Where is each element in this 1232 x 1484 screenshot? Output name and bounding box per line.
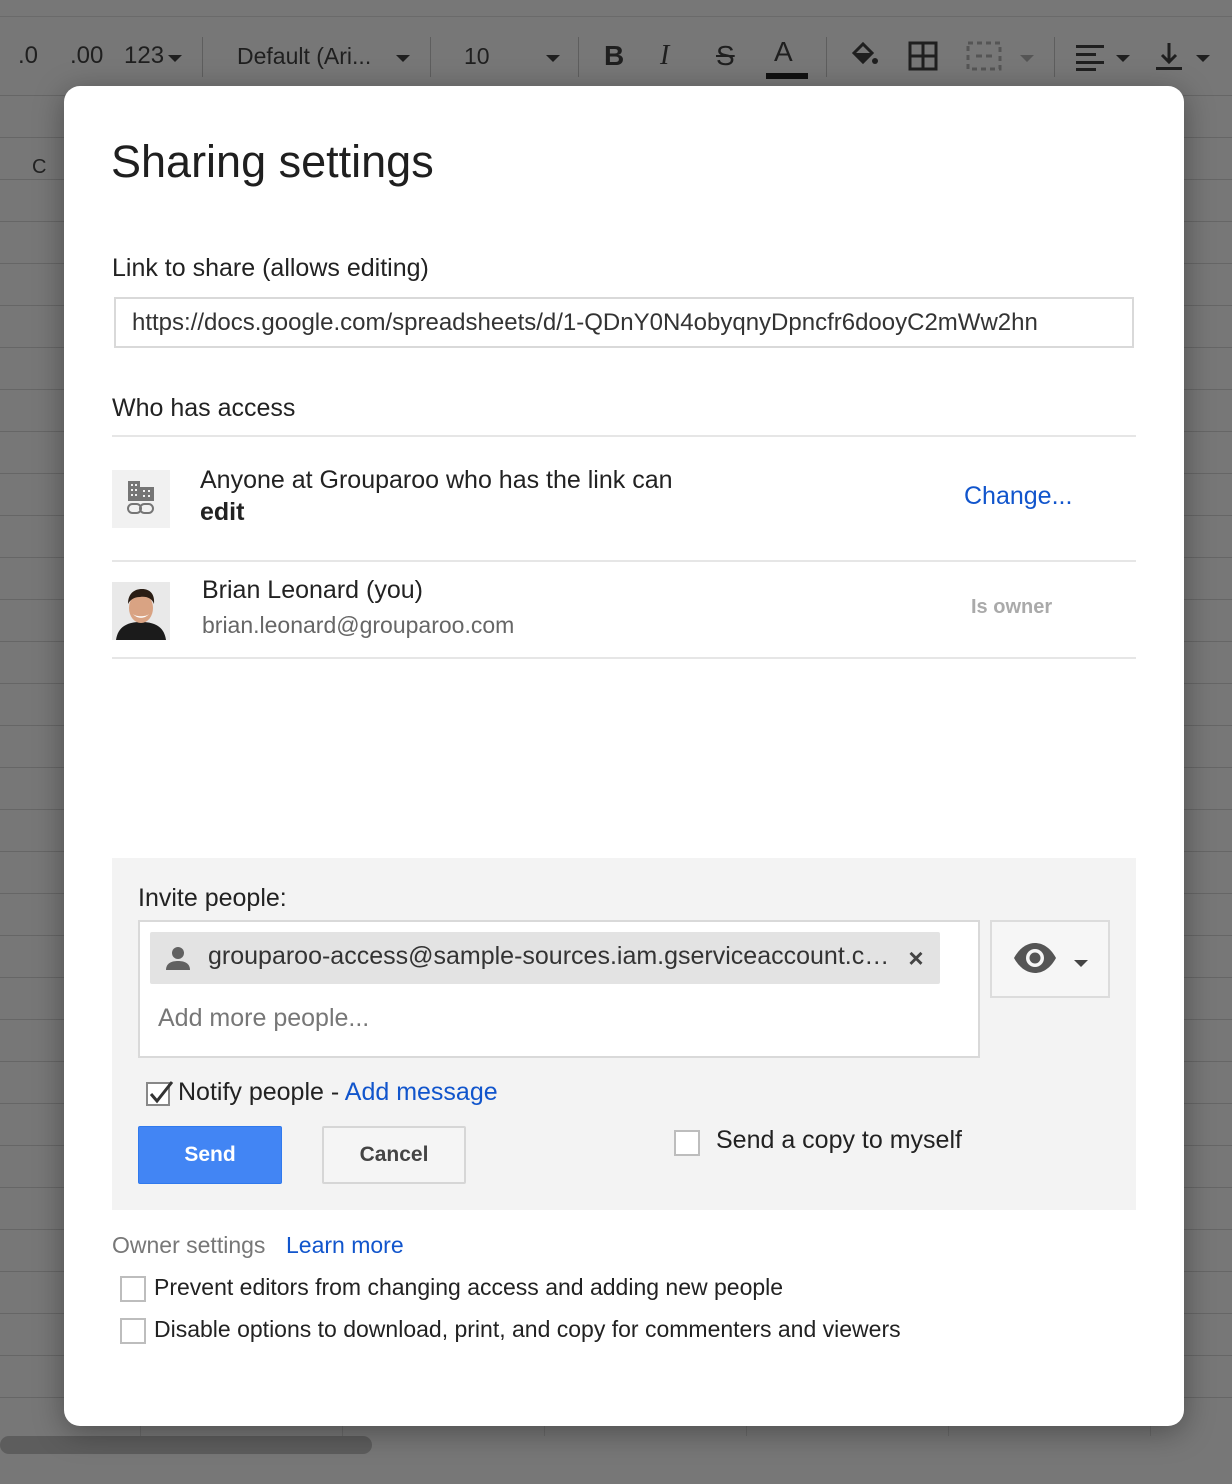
vertical-align-bottom-icon[interactable] bbox=[1154, 41, 1184, 73]
dialog-title: Sharing settings bbox=[111, 136, 434, 187]
invitee-email: grouparoo-access@sample-sources.iam.gser… bbox=[208, 942, 898, 970]
invite-people-field[interactable]: grouparoo-access@sample-sources.iam.gser… bbox=[138, 920, 980, 1058]
disable-download-checkbox[interactable] bbox=[120, 1318, 146, 1344]
toolbar-divider bbox=[1054, 37, 1055, 77]
chevron-down-icon bbox=[1020, 55, 1034, 62]
owner-role-label: Is owner bbox=[971, 596, 1053, 618]
permission-dropdown[interactable] bbox=[990, 920, 1110, 998]
chevron-down-icon bbox=[1074, 960, 1088, 967]
divider bbox=[112, 657, 1136, 659]
toolbar-divider bbox=[202, 37, 203, 77]
link-access-description: Anyone at Grouparoo who has the link can… bbox=[200, 464, 673, 528]
sheets-toolbar: .0 .00 123 Default (Ari... 10 B I S A bbox=[0, 16, 1232, 96]
owner-name: Brian Leonard (you) bbox=[202, 576, 423, 604]
share-link-field[interactable]: https://docs.google.com/spreadsheets/d/1… bbox=[114, 297, 1134, 348]
link-access-permission: edit bbox=[200, 498, 245, 526]
align-left-icon[interactable] bbox=[1074, 43, 1106, 71]
chevron-down-icon bbox=[396, 55, 410, 62]
chevron-down-icon bbox=[546, 55, 560, 62]
send-copy-label: Send a copy to myself bbox=[716, 1126, 962, 1154]
toolbar-divider bbox=[578, 37, 579, 77]
prevent-editors-label: Prevent editors from changing access and… bbox=[154, 1274, 784, 1300]
link-label: Link to share (allows editing) bbox=[112, 254, 429, 282]
bold-button[interactable]: B bbox=[604, 41, 624, 71]
text-color-swatch bbox=[766, 73, 808, 79]
disable-download-label: Disable options to download, print, and … bbox=[154, 1316, 901, 1342]
chevron-down-icon bbox=[168, 55, 182, 62]
avatar bbox=[112, 582, 170, 640]
send-button[interactable]: Send bbox=[138, 1126, 282, 1184]
decimal-decrease-button[interactable]: .0 bbox=[18, 41, 38, 71]
text-color-button[interactable]: A bbox=[774, 37, 793, 67]
chevron-down-icon bbox=[1196, 55, 1210, 62]
owner-email: brian.leonard@grouparoo.com bbox=[202, 612, 515, 638]
toolbar-divider bbox=[430, 37, 431, 77]
decimal-increase-button[interactable]: .00 bbox=[70, 41, 103, 71]
notify-people-row: Notify people - Add message bbox=[178, 1078, 498, 1107]
column-header-c[interactable]: C bbox=[32, 156, 46, 179]
merge-cells-icon[interactable] bbox=[966, 41, 1002, 71]
notify-people-checkbox[interactable] bbox=[146, 1081, 174, 1106]
owner-settings-label: Owner settings bbox=[112, 1232, 266, 1258]
font-size-select[interactable]: 10 bbox=[464, 41, 490, 71]
change-access-link[interactable]: Change... bbox=[964, 482, 1072, 511]
borders-icon[interactable] bbox=[908, 41, 938, 71]
add-message-link[interactable]: Add message bbox=[345, 1078, 498, 1106]
divider bbox=[112, 560, 1136, 562]
toolbar-divider bbox=[826, 37, 827, 77]
send-copy-checkbox[interactable] bbox=[674, 1130, 700, 1156]
who-has-access-label: Who has access bbox=[112, 394, 296, 422]
font-family-select[interactable]: Default (Ari... bbox=[237, 41, 371, 71]
horizontal-scrollbar[interactable] bbox=[0, 1436, 372, 1454]
italic-button[interactable]: I bbox=[660, 41, 669, 71]
invite-people-label: Invite people: bbox=[138, 884, 287, 912]
number-format-button[interactable]: 123 bbox=[124, 41, 164, 71]
notify-people-label: Notify people - bbox=[178, 1078, 345, 1106]
domain-link-icon bbox=[112, 470, 170, 528]
invitee-chip[interactable]: grouparoo-access@sample-sources.iam.gser… bbox=[150, 932, 940, 984]
close-icon[interactable]: × bbox=[902, 944, 930, 972]
eye-icon bbox=[1014, 943, 1056, 973]
cancel-button[interactable]: Cancel bbox=[322, 1126, 466, 1184]
divider bbox=[112, 435, 1136, 437]
learn-more-link[interactable]: Learn more bbox=[286, 1232, 404, 1259]
person-icon bbox=[166, 947, 190, 970]
checkmark-icon bbox=[149, 1081, 174, 1104]
strikethrough-button[interactable]: S bbox=[716, 41, 735, 71]
link-access-text: Anyone at Grouparoo who has the link can bbox=[200, 466, 673, 494]
invite-people-panel: Invite people: grouparoo-access@sample-s… bbox=[112, 858, 1136, 1210]
add-more-people-input[interactable] bbox=[158, 1004, 758, 1033]
prevent-editors-checkbox[interactable] bbox=[120, 1276, 146, 1302]
fill-color-icon[interactable] bbox=[848, 39, 880, 71]
sharing-settings-dialog: Sharing settings Link to share (allows e… bbox=[64, 86, 1184, 1426]
chevron-down-icon bbox=[1116, 55, 1130, 62]
